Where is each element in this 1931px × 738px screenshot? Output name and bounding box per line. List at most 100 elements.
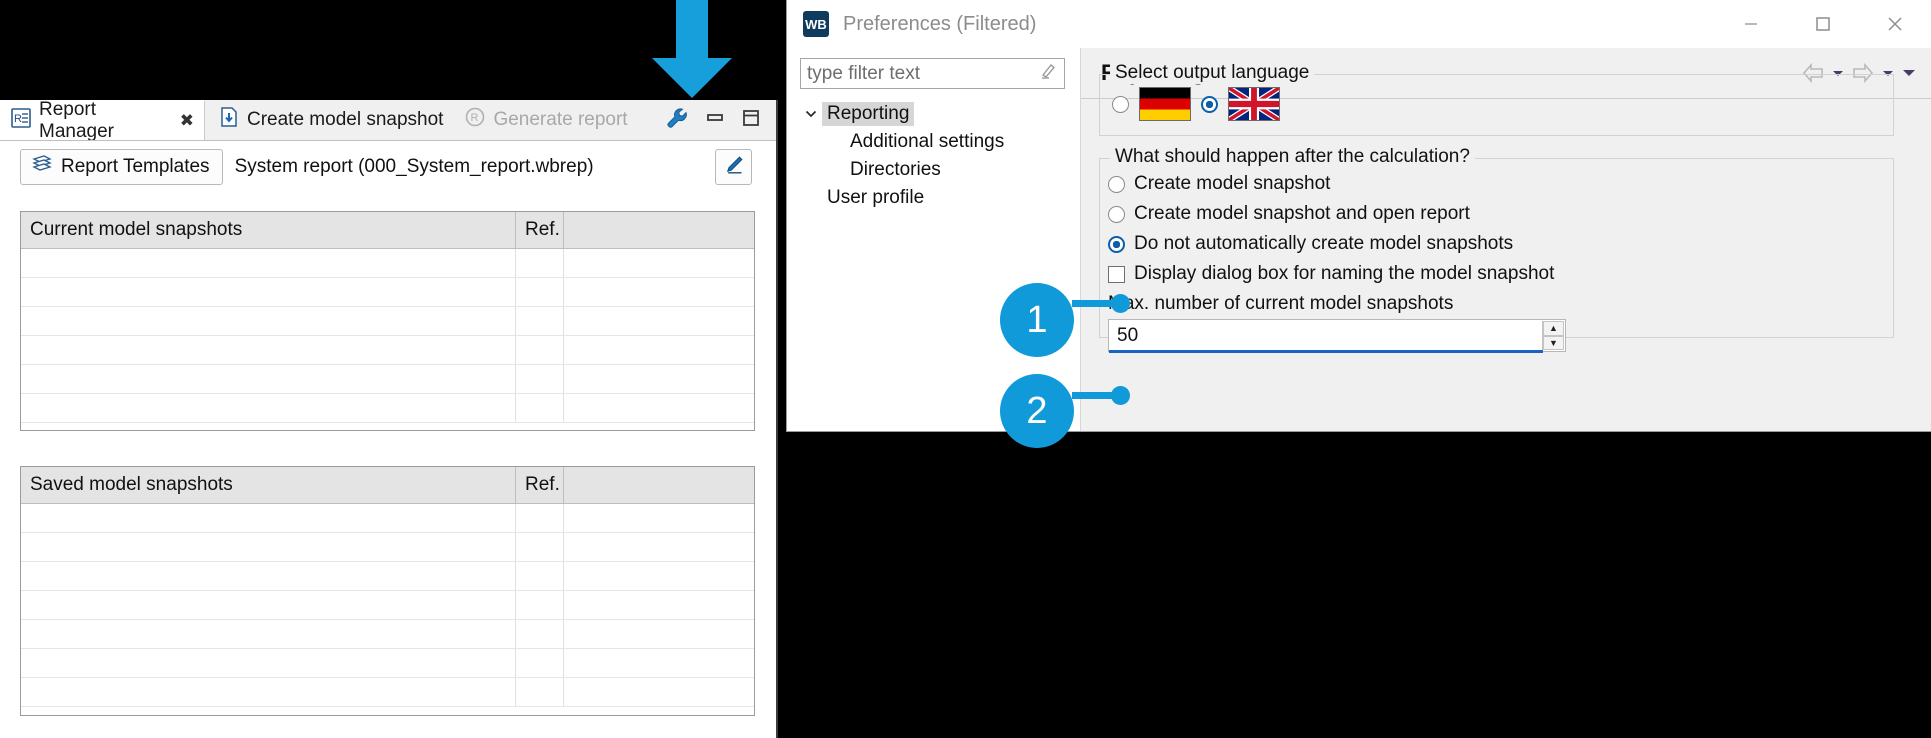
- generate-report-button[interactable]: R Generate report: [458, 106, 633, 134]
- down-arrow-annotation: [640, 0, 744, 100]
- group-title: What should happen after the calculation…: [1110, 146, 1475, 168]
- spinner-down-icon[interactable]: ▼: [1543, 335, 1564, 350]
- current-model-snapshots-table: Current model snapshots Ref.: [20, 211, 755, 431]
- table-row[interactable]: [21, 620, 754, 649]
- callout-dot-1: [1111, 294, 1130, 313]
- do-not-automatically-create-model-snapshots-radio[interactable]: [1108, 235, 1125, 253]
- create-snapshot-icon: [218, 106, 240, 134]
- callout-dot-2: [1111, 386, 1130, 405]
- view-buttons: [664, 100, 770, 140]
- maximize-icon[interactable]: [740, 107, 762, 134]
- tree-item-directories[interactable]: Directories: [800, 156, 1072, 184]
- create-model-snapshot-label: Create model snapshot: [247, 109, 444, 130]
- screenshot-root: R Report Manager ✖ Create model snapshot…: [0, 0, 1931, 738]
- german-language-radio[interactable]: [1112, 95, 1129, 113]
- generate-report-icon: R: [464, 106, 486, 134]
- report-manager-view: R Report Manager ✖ Create model snapshot…: [0, 98, 778, 738]
- report-manager-body: Report Templates System report (000_Syst…: [0, 140, 776, 738]
- filter-box[interactable]: type filter text: [800, 58, 1065, 89]
- preferences-dialog: WB Preferences (Filtered) type filter te…: [786, 0, 1931, 432]
- svg-text:R: R: [471, 112, 479, 124]
- minimize-window-icon[interactable]: [1715, 0, 1787, 48]
- maximize-window-icon[interactable]: [1787, 0, 1859, 48]
- spinner-up-icon[interactable]: ▲: [1543, 321, 1564, 336]
- table-row[interactable]: [21, 562, 754, 591]
- tree-item-additional-settings[interactable]: Additional settings: [800, 128, 1072, 156]
- create-model-snapshot-button[interactable]: Create model snapshot: [212, 106, 449, 134]
- current-table-rows: [21, 249, 754, 423]
- max-number-of-current-model-snapshots-spinner[interactable]: 50 ▲ ▼: [1108, 319, 1566, 353]
- callout-marker-2: 2: [1000, 374, 1074, 448]
- table-row[interactable]: [21, 678, 754, 707]
- report-templates-label: Report Templates: [61, 156, 210, 177]
- tab-report-manager[interactable]: R Report Manager ✖: [0, 98, 205, 142]
- create-model-snapshot-radio[interactable]: [1108, 175, 1125, 193]
- search-input[interactable]: type filter text: [807, 63, 1038, 85]
- group-title: Select output language: [1110, 62, 1315, 84]
- spinner-buttons: ▲ ▼: [1542, 321, 1564, 350]
- table-row[interactable]: [21, 649, 754, 678]
- create-model-snapshot-and-open-report-radio-row[interactable]: Create model snapshot and open report: [1108, 199, 1893, 229]
- display-dialog-box-checkbox[interactable]: [1108, 265, 1125, 283]
- display-dialog-box-checkbox-row[interactable]: Display dialog box for naming the model …: [1108, 259, 1893, 289]
- menu-dropdown-icon[interactable]: [1901, 65, 1917, 81]
- tree-item-reporting[interactable]: Reporting: [800, 100, 1072, 128]
- english-language-radio[interactable]: [1201, 95, 1218, 113]
- pencil-icon: [723, 154, 745, 181]
- max-snapshots-label: Max. number of current model snapshots: [1108, 293, 1454, 314]
- close-window-icon[interactable]: [1859, 0, 1931, 48]
- table-header-row: Current model snapshots Ref.: [21, 212, 754, 249]
- checkbox-label: Display dialog box for naming the model …: [1134, 263, 1555, 284]
- column-header-ref[interactable]: Ref.: [516, 212, 564, 248]
- column-header-name[interactable]: Saved model snapshots: [21, 467, 516, 503]
- table-row[interactable]: [21, 504, 754, 533]
- clear-filter-icon[interactable]: [1038, 61, 1058, 86]
- table-row[interactable]: [21, 365, 754, 394]
- report-manager-toolbar: Create model snapshot R Generate report: [212, 100, 634, 140]
- column-header-extra[interactable]: [564, 212, 754, 248]
- chevron-down-icon[interactable]: [800, 106, 822, 122]
- report-icon: R: [10, 107, 32, 135]
- preferences-title: Preferences (Filtered): [843, 12, 1037, 35]
- saved-model-snapshots-table: Saved model snapshots Ref.: [20, 466, 755, 716]
- edit-template-button[interactable]: [715, 149, 752, 185]
- close-icon[interactable]: ✖: [180, 111, 194, 131]
- table-row[interactable]: [21, 591, 754, 620]
- radio-label: Do not automatically create model snapsh…: [1134, 233, 1514, 254]
- table-header-row: Saved model snapshots Ref.: [21, 467, 754, 504]
- generate-report-label: Generate report: [493, 109, 628, 130]
- tree-item-label: Reporting: [822, 102, 915, 126]
- callout-marker-1: 1: [1000, 283, 1074, 357]
- radio-label: Create model snapshot: [1134, 173, 1331, 194]
- tree-item-label: User profile: [827, 187, 925, 208]
- table-row[interactable]: [21, 394, 754, 423]
- tree-item-label: Directories: [850, 159, 941, 180]
- create-model-snapshot-and-open-report-radio[interactable]: [1108, 205, 1125, 223]
- svg-text:R: R: [14, 113, 22, 125]
- tab-label: Report Manager: [39, 98, 114, 142]
- select-output-language-group: Select output language: [1099, 62, 1894, 136]
- table-row[interactable]: [21, 307, 754, 336]
- column-header-name[interactable]: Current model snapshots: [21, 212, 516, 248]
- table-row[interactable]: [21, 533, 754, 562]
- preferences-titlebar: WB Preferences (Filtered): [787, 0, 1931, 48]
- preferences-tree: Reporting Additional settings Directorie…: [800, 100, 1072, 212]
- table-row[interactable]: [21, 278, 754, 307]
- column-header-extra[interactable]: [564, 467, 754, 503]
- uk-flag-icon[interactable]: [1227, 85, 1281, 123]
- preferences-body: type filter text Reporting Additional se…: [787, 48, 1931, 431]
- report-templates-button[interactable]: Report Templates: [20, 149, 223, 185]
- german-flag-icon[interactable]: [1139, 87, 1191, 121]
- do-not-automatically-create-model-snapshots-radio-row[interactable]: Do not automatically create model snapsh…: [1108, 229, 1893, 259]
- spinner-value[interactable]: 50: [1109, 325, 1138, 347]
- tree-item-user-profile[interactable]: User profile: [800, 184, 1072, 212]
- table-row[interactable]: [21, 336, 754, 365]
- wrench-icon[interactable]: [664, 105, 690, 136]
- saved-table-rows: [21, 504, 754, 707]
- create-model-snapshot-radio-row[interactable]: Create model snapshot: [1108, 169, 1893, 199]
- wb-logo-icon: WB: [803, 11, 829, 37]
- column-header-ref[interactable]: Ref.: [516, 467, 564, 503]
- minimize-icon[interactable]: [704, 107, 726, 134]
- templates-row: Report Templates System report (000_Syst…: [0, 141, 776, 193]
- table-row[interactable]: [21, 249, 754, 278]
